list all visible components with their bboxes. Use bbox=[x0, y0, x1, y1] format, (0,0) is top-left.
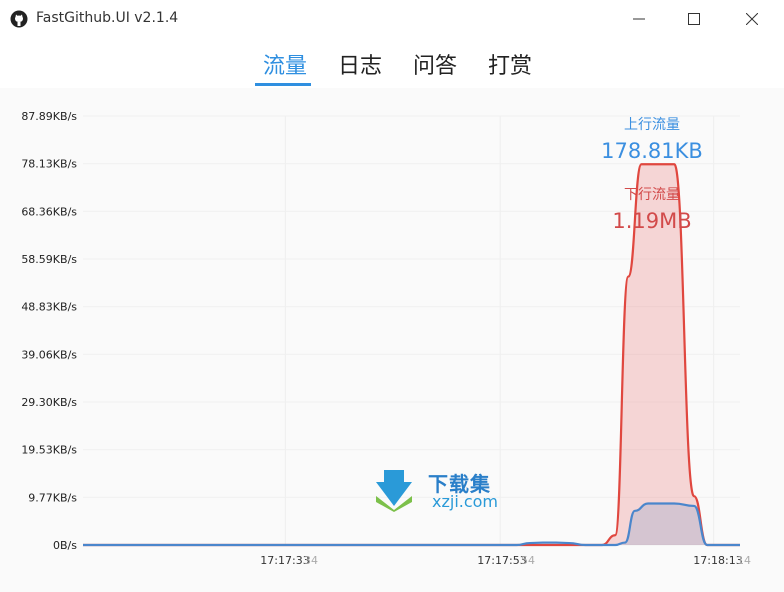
minimize-button[interactable] bbox=[616, 0, 662, 38]
x-tick-label: 17:17:33 bbox=[260, 554, 309, 567]
watermark-url: xzji.com bbox=[432, 492, 499, 511]
close-button[interactable] bbox=[729, 0, 775, 38]
download-label: 下行流量 bbox=[624, 187, 680, 203]
y-tick-label: 19.53KB/s bbox=[21, 444, 77, 457]
download-value: 1.19MB bbox=[612, 209, 692, 233]
tab-bar: 流量 日志 问答 打赏 bbox=[0, 40, 784, 88]
y-tick-label: 87.89KB/s bbox=[21, 110, 77, 123]
tab-donate[interactable]: 打赏 bbox=[488, 48, 532, 80]
active-tab-indicator bbox=[255, 83, 311, 86]
window-title: FastGithub.UI v2.1.4 bbox=[36, 10, 179, 26]
y-tick-label: 29.30KB/s bbox=[21, 396, 77, 409]
tab-faq[interactable]: 问答 bbox=[413, 48, 457, 80]
y-tick-label: 58.59KB/s bbox=[21, 253, 77, 266]
tab-logs[interactable]: 日志 bbox=[338, 48, 382, 80]
y-tick-label: 39.06KB/s bbox=[21, 348, 77, 361]
maximize-icon bbox=[688, 13, 700, 25]
y-tick-label: 68.36KB/s bbox=[21, 205, 77, 218]
watermark: 下载集 xzji.com bbox=[374, 468, 519, 514]
y-tick-label: 0B/s bbox=[53, 539, 77, 552]
y-tick-label: 9.77KB/s bbox=[28, 491, 77, 504]
x-tick-label-overlap: 34 bbox=[304, 554, 318, 567]
maximize-button[interactable] bbox=[671, 0, 717, 38]
download-arrow-icon bbox=[376, 470, 412, 512]
y-tick-label: 48.83KB/s bbox=[21, 301, 77, 314]
upload-value: 178.81KB bbox=[601, 139, 703, 163]
github-icon bbox=[10, 10, 28, 28]
upload-stat: 上行流量 178.81KB bbox=[600, 116, 704, 168]
x-tick-label: 17:17:53 bbox=[477, 554, 526, 567]
tab-traffic[interactable]: 流量 bbox=[263, 48, 307, 80]
download-stat: 下行流量 1.19MB bbox=[600, 186, 704, 238]
minimize-icon bbox=[633, 18, 645, 20]
x-tick-label: 17:18:13 bbox=[693, 554, 742, 567]
x-tick-label-overlap: 54 bbox=[521, 554, 535, 567]
title-bar[interactable]: FastGithub.UI v2.1.4 bbox=[0, 0, 784, 38]
x-tick-label-overlap: 14 bbox=[737, 554, 751, 567]
y-tick-label: 78.13KB/s bbox=[21, 158, 77, 171]
upload-label: 上行流量 bbox=[624, 117, 680, 133]
close-icon bbox=[746, 13, 758, 25]
app-window: FastGithub.UI v2.1.4 流量 日志 问答 打赏 87.89KB… bbox=[0, 0, 784, 592]
